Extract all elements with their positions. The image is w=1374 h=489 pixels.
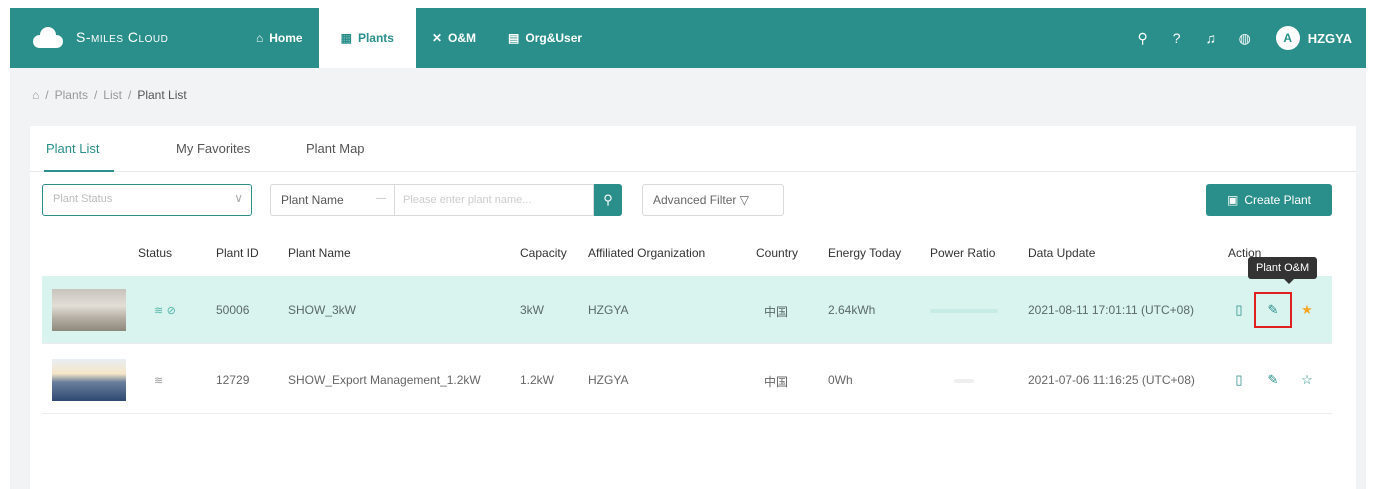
username[interactable]: HZGYA bbox=[1308, 31, 1352, 46]
breadcrumb: ⌂ / Plants / List / Plant List bbox=[32, 88, 193, 102]
create-plant-icon: ▣ bbox=[1226, 193, 1239, 207]
plant-thumbnail bbox=[52, 289, 126, 331]
help-icon[interactable]: ? bbox=[1160, 30, 1194, 46]
check-circle-icon: ⊘ bbox=[166, 305, 176, 317]
organization-cell: HZGYA bbox=[588, 303, 629, 317]
breadcrumb-current: Plant List bbox=[137, 88, 187, 102]
col-country: Country bbox=[756, 246, 799, 260]
main-nav: ⌂ Home ▦ Plants ✕ O&M ▤ Org&User bbox=[240, 8, 598, 68]
power-ratio-bar bbox=[954, 379, 974, 383]
capacity-cell: 3kW bbox=[520, 303, 544, 317]
energy-today-cell: 0Wh bbox=[828, 373, 853, 387]
status-cell: ≋ bbox=[154, 373, 163, 387]
bell-icon[interactable]: ♫ bbox=[1194, 30, 1228, 46]
country-cell: 中国 bbox=[764, 375, 789, 389]
nav-om[interactable]: ✕ O&M bbox=[416, 8, 492, 68]
organization-cell: HZGYA bbox=[588, 373, 629, 387]
plant-name-input[interactable]: Please enter plant name... bbox=[394, 184, 594, 216]
data-update-cell: 2021-07-06 11:16:25 (UTC+08) bbox=[1028, 373, 1195, 387]
data-update-cell: 2021-08-11 17:01:11 (UTC+08) bbox=[1028, 303, 1194, 317]
tools-icon: ✕ bbox=[431, 31, 443, 45]
plant-om-wrench-icon[interactable]: ✎ bbox=[1262, 370, 1284, 390]
nav-home-label: Home bbox=[269, 31, 303, 45]
col-power-ratio: Power Ratio bbox=[930, 246, 996, 260]
country-cell: 中国 bbox=[764, 305, 789, 319]
nav-plants[interactable]: ▦ Plants bbox=[318, 8, 416, 68]
org-icon: ▤ bbox=[508, 31, 520, 45]
globe-icon[interactable]: ◍ bbox=[1228, 30, 1262, 47]
advanced-filter-button[interactable]: Advanced Filter ▽ bbox=[642, 184, 784, 216]
plant-om-tooltip: Plant O&M bbox=[1248, 257, 1318, 284]
plant-detail-icon[interactable]: ▯ bbox=[1228, 300, 1250, 320]
col-status: Status bbox=[138, 246, 173, 260]
logo[interactable]: S-miles Cloud bbox=[30, 26, 168, 48]
search-icon: ⚲ bbox=[603, 192, 613, 207]
chevron-down-icon: — bbox=[376, 193, 386, 204]
search-field-label: Plant Name bbox=[281, 193, 344, 207]
cloud-logo-icon bbox=[30, 26, 64, 48]
home-icon: ⌂ bbox=[256, 31, 264, 45]
offline-icon: ≋ bbox=[154, 375, 164, 387]
nav-org-user[interactable]: ▤ Org&User bbox=[492, 8, 598, 68]
row-actions: ▯ ✎ ☆ bbox=[1228, 370, 1330, 390]
status-cell: ≋ ⊘ bbox=[154, 303, 176, 317]
plant-name-cell[interactable]: SHOW_3kW bbox=[288, 303, 356, 317]
breadcrumb-separator: / bbox=[45, 88, 49, 102]
tab-plant-list[interactable]: Plant List bbox=[46, 141, 99, 156]
online-icon: ≋ bbox=[154, 305, 164, 317]
breadcrumb-list[interactable]: List bbox=[103, 88, 122, 102]
table-row[interactable]: ≋ 12729 SHOW_Export Management_1.2kW 1.2… bbox=[42, 346, 1332, 414]
capacity-cell: 1.2kW bbox=[520, 373, 555, 387]
col-plant-id: Plant ID bbox=[216, 246, 259, 260]
plant-id-cell: 50006 bbox=[216, 303, 250, 317]
active-tab-indicator bbox=[44, 170, 114, 172]
power-ratio-bar bbox=[930, 309, 998, 313]
tab-bar: Plant List My Favorites Plant Map bbox=[30, 126, 1356, 172]
plant-detail-icon[interactable]: ▯ bbox=[1228, 370, 1250, 390]
favorite-star-outline-icon[interactable]: ☆ bbox=[1296, 370, 1318, 390]
tab-plant-map[interactable]: Plant Map bbox=[306, 141, 365, 156]
plant-list-card: Plant List My Favorites Plant Map Plant … bbox=[30, 126, 1356, 489]
plant-status-placeholder: Plant Status bbox=[53, 193, 113, 205]
create-plant-label: Create Plant bbox=[1244, 193, 1312, 207]
search-button[interactable]: ⚲ bbox=[594, 184, 622, 216]
plant-om-wrench-icon[interactable]: ✎ bbox=[1254, 292, 1292, 328]
favorite-star-icon[interactable]: ★ bbox=[1296, 300, 1318, 320]
chevron-down-icon: ∨ bbox=[234, 191, 243, 205]
search-icon[interactable]: ⚲ bbox=[1126, 30, 1160, 47]
plant-id-cell: 12729 bbox=[216, 373, 250, 387]
nav-home[interactable]: ⌂ Home bbox=[240, 8, 319, 68]
filter-icon: ▽ bbox=[739, 193, 749, 207]
plant-status-select[interactable]: Plant Status ∨ bbox=[42, 184, 252, 216]
plant-name-cell[interactable]: SHOW_Export Management_1.2kW bbox=[288, 373, 481, 387]
col-data-update: Data Update bbox=[1028, 246, 1096, 260]
col-plant-name: Plant Name bbox=[288, 246, 351, 260]
top-navigation-bar: S-miles Cloud ⌂ Home ▦ Plants ✕ O&M ▤ Or… bbox=[10, 8, 1366, 68]
col-capacity: Capacity bbox=[520, 246, 567, 260]
breadcrumb-plants[interactable]: Plants bbox=[55, 88, 88, 102]
brand-name: S-miles Cloud bbox=[76, 29, 169, 45]
plants-icon: ▦ bbox=[340, 31, 352, 45]
tab-my-favorites[interactable]: My Favorites bbox=[176, 141, 250, 156]
row-actions: ▯ ✎ ★ bbox=[1228, 292, 1330, 328]
breadcrumb-separator: / bbox=[127, 88, 132, 102]
search-field-select[interactable]: Plant Name — bbox=[270, 184, 394, 216]
advanced-filter-label: Advanced Filter bbox=[653, 193, 737, 207]
nav-plants-label: Plants bbox=[357, 31, 394, 45]
create-plant-button[interactable]: ▣ Create Plant bbox=[1206, 184, 1332, 216]
breadcrumb-separator: / bbox=[93, 88, 98, 102]
app-frame: S-miles Cloud ⌂ Home ▦ Plants ✕ O&M ▤ Or… bbox=[10, 8, 1366, 489]
col-energy-today: Energy Today bbox=[828, 246, 902, 260]
table-row[interactable]: ≋ ⊘ 50006 SHOW_3kW 3kW HZGYA 中国 2.64kWh … bbox=[42, 276, 1332, 344]
table-header: Status Plant ID Plant Name Capacity Affi… bbox=[42, 234, 1332, 274]
plant-name-placeholder: Please enter plant name... bbox=[403, 194, 532, 206]
toolbar-right: ⚲ ? ♫ ◍ A HZGYA bbox=[1126, 8, 1352, 68]
avatar[interactable]: A bbox=[1275, 26, 1300, 50]
col-organization: Affiliated Organization bbox=[588, 246, 706, 260]
home-breadcrumb-icon[interactable]: ⌂ bbox=[32, 88, 39, 102]
plant-thumbnail bbox=[52, 359, 126, 401]
nav-om-label: O&M bbox=[448, 31, 477, 45]
energy-today-cell: 2.64kWh bbox=[828, 303, 876, 317]
nav-org-user-label: Org&User bbox=[525, 31, 583, 45]
